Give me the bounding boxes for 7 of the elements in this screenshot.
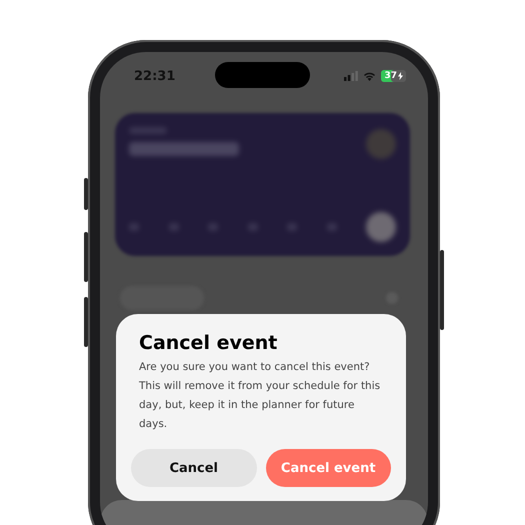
cancel-button[interactable]: Cancel bbox=[131, 449, 256, 487]
dialog-message: Are you sure you want to cancel this event? This will remove it from your schedule for this day, but, keep it in the planner for future days. bbox=[139, 360, 382, 432]
status-time: 22:31 bbox=[134, 68, 176, 84]
wifi-icon bbox=[363, 71, 376, 81]
dialog-title: Cancel event bbox=[139, 332, 278, 354]
signal-icon bbox=[344, 71, 358, 81]
battery-indicator: 37 bbox=[381, 70, 406, 82]
